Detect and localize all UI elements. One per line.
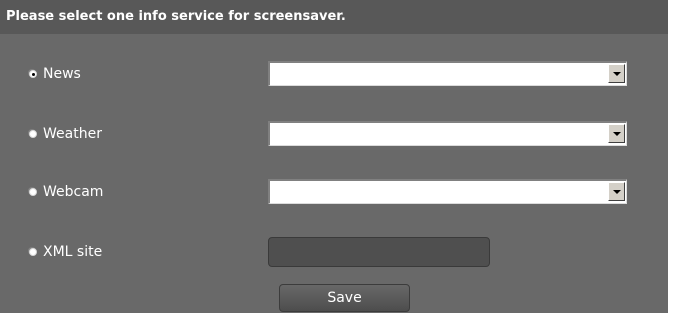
news-radio[interactable] [29, 70, 37, 78]
news-dropdown-button[interactable] [608, 64, 625, 83]
xml-site-label: XML site [43, 244, 103, 260]
webcam-dropdown-button[interactable] [608, 182, 625, 201]
chevron-down-icon [613, 132, 621, 136]
option-row-news: News [0, 54, 668, 94]
chevron-down-icon [613, 190, 621, 194]
news-dropdown[interactable] [268, 61, 627, 86]
webcam-label: Webcam [43, 184, 104, 200]
option-row-webcam: Webcam [0, 172, 668, 212]
chevron-down-icon [613, 72, 621, 76]
weather-radio[interactable] [29, 130, 37, 138]
webcam-radio[interactable] [29, 188, 37, 196]
news-label: News [43, 66, 81, 82]
save-button[interactable]: Save [279, 284, 410, 312]
option-row-weather: Weather [0, 114, 668, 154]
weather-dropdown[interactable] [268, 121, 627, 146]
xml-site-input[interactable] [268, 237, 490, 267]
weather-label: Weather [43, 126, 102, 142]
webcam-dropdown[interactable] [268, 179, 627, 204]
option-row-xml-site: XML site [0, 232, 668, 272]
page-title: Please select one info service for scree… [0, 0, 668, 34]
weather-dropdown-button[interactable] [608, 124, 625, 143]
screensaver-info-panel: Please select one info service for scree… [0, 0, 668, 313]
xml-site-radio[interactable] [29, 248, 37, 256]
